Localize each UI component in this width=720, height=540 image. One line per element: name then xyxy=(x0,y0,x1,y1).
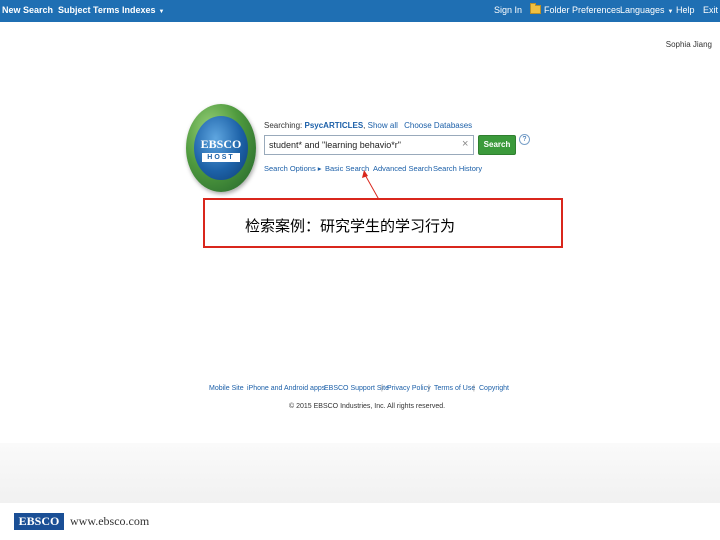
search-input[interactable]: student* and "learning behavio*r" xyxy=(264,135,474,155)
user-name[interactable]: Sophia Jiang xyxy=(666,40,712,49)
search-button[interactable]: Search xyxy=(478,135,516,155)
top-toolbar: New Search Subject Terms Indexes ▼ Sign I… xyxy=(0,0,720,22)
folder-icon xyxy=(530,3,541,14)
choose-databases-link[interactable]: Choose Databases xyxy=(404,121,472,130)
footer-support-site[interactable]: EBSCO Support Site xyxy=(324,385,389,392)
help-link[interactable]: Help xyxy=(676,5,695,15)
folder-link[interactable]: Folder xyxy=(530,3,570,15)
exit-link[interactable]: Exit xyxy=(703,5,718,15)
searching-line: Searching: PsycARTICLES, Show all Choose… xyxy=(264,121,473,130)
footer-terms-of-use[interactable]: Terms of Use xyxy=(434,385,475,392)
footer-apps[interactable]: iPhone and Android apps xyxy=(247,385,325,392)
new-search-link[interactable]: New Search xyxy=(2,5,53,15)
bottom-band xyxy=(0,443,720,503)
basic-search-link[interactable]: Basic Search xyxy=(325,164,369,173)
selected-database: PsycARTICLES xyxy=(304,121,364,130)
footer-separator: | xyxy=(428,385,430,392)
search-options-link[interactable]: Search Options ▸ xyxy=(264,164,322,173)
copyright-text: © 2015 EBSCO Industries, Inc. All rights… xyxy=(289,403,446,410)
advanced-search-link[interactable]: Advanced Search xyxy=(373,164,432,173)
footer-privacy-policy[interactable]: Privacy Policy xyxy=(387,385,431,392)
searching-label: Searching: xyxy=(264,121,303,130)
help-icon[interactable]: ? xyxy=(519,134,530,145)
logo-inner: EBSCO HOST xyxy=(194,116,248,180)
chevron-down-icon: ▼ xyxy=(667,9,674,15)
search-history-link[interactable]: Search History xyxy=(433,164,482,173)
clear-icon[interactable]: × xyxy=(462,138,468,150)
logo-text-ebsco: EBSCO xyxy=(200,137,242,151)
chevron-down-icon: ▼ xyxy=(158,9,165,15)
ebscohost-logo: EBSCO HOST xyxy=(186,104,256,192)
sign-in-link[interactable]: Sign In xyxy=(494,5,522,15)
site-url: www.ebsco.com xyxy=(70,514,150,528)
indexes-label: Indexes xyxy=(122,5,156,15)
preferences-link[interactable]: Preferences xyxy=(572,5,621,15)
footer-copyright[interactable]: Copyright xyxy=(479,385,509,392)
annotation-text: 检索案例：研究学生的学习行为 xyxy=(245,217,456,235)
languages-menu[interactable]: Languages ▼ xyxy=(620,5,674,15)
footer-separator: | xyxy=(473,385,475,392)
logo-text-host: HOST xyxy=(202,153,240,162)
show-all-link[interactable]: Show all xyxy=(368,121,398,130)
languages-label: Languages xyxy=(620,5,665,15)
folder-label: Folder xyxy=(544,5,570,15)
footer-separator: | xyxy=(381,385,383,392)
subject-terms-link[interactable]: Subject Terms xyxy=(58,5,119,15)
annotation-box: 检索案例：研究学生的学习行为 xyxy=(203,198,563,248)
footer-mobile-site[interactable]: Mobile Site xyxy=(209,385,244,392)
indexes-menu[interactable]: Indexes ▼ xyxy=(122,5,164,15)
ebsco-logo: EBSCO xyxy=(14,513,64,530)
